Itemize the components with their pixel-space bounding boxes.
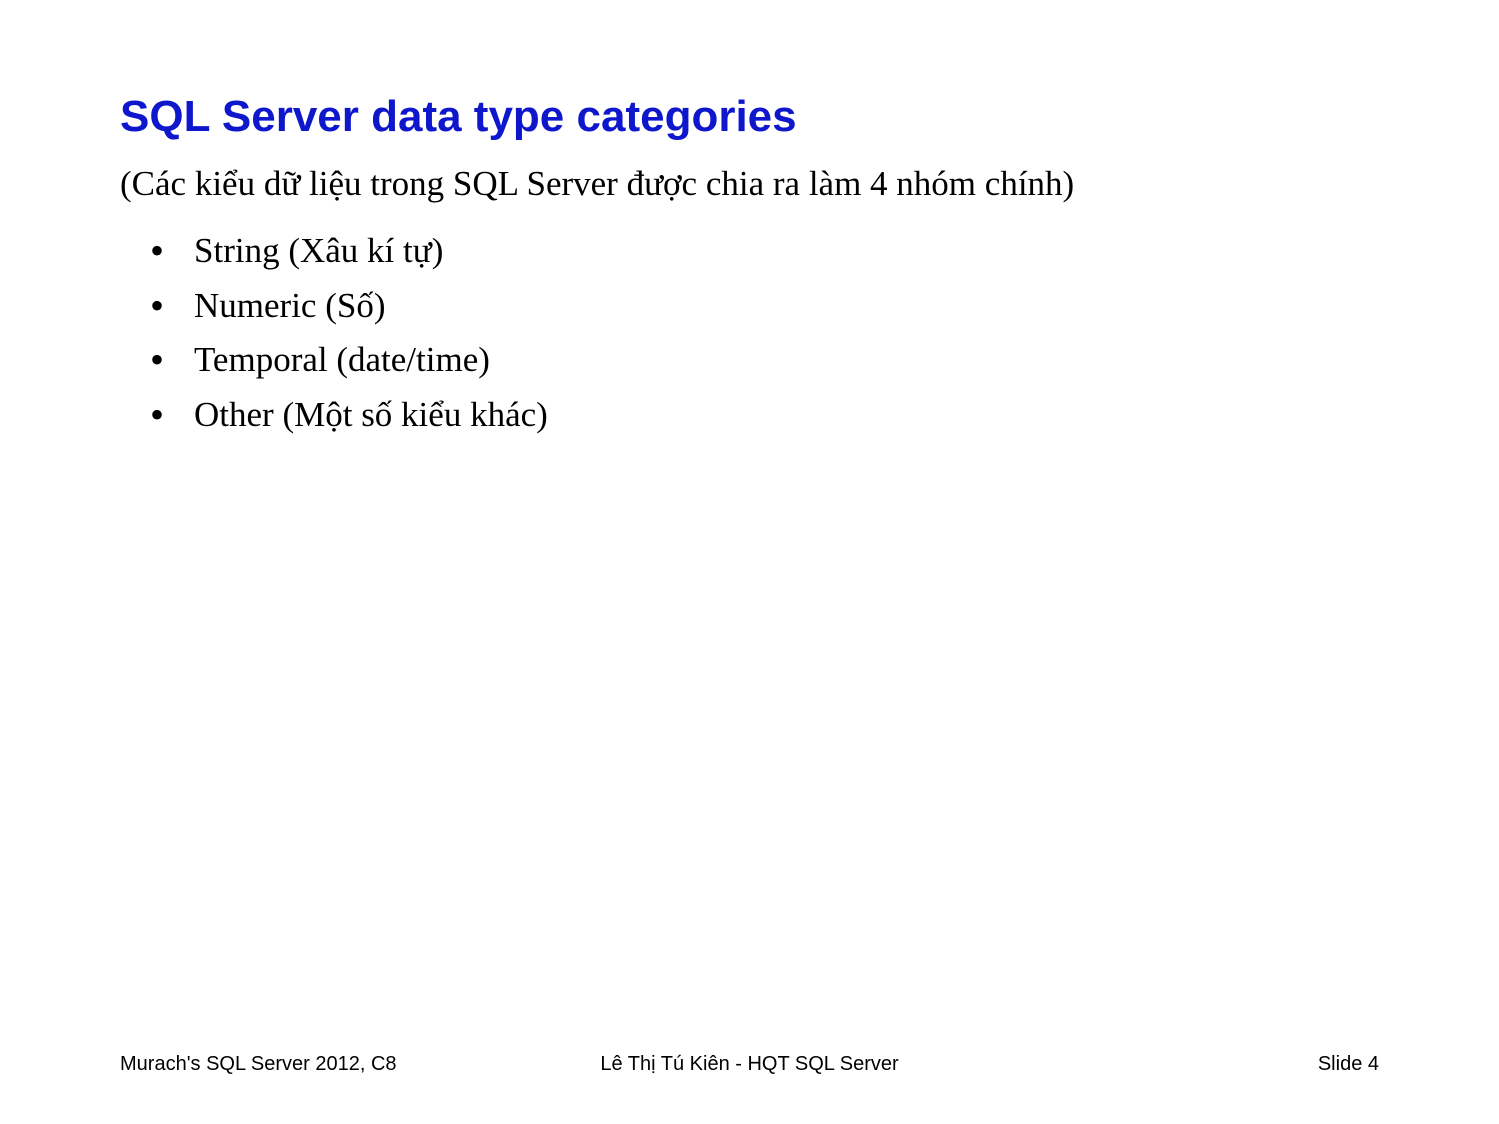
slide-subtitle: (Các kiểu dữ liệu trong SQL Server được … (120, 160, 1379, 207)
slide-footer: Murach's SQL Server 2012, C8 Lê Thị Tú K… (120, 1053, 1379, 1076)
list-item: Numeric (Số) (150, 280, 1379, 333)
list-item: Temporal (date/time) (150, 334, 1379, 387)
footer-center: Lê Thị Tú Kiên - HQT SQL Server (600, 1053, 898, 1076)
list-item: String (Xâu kí tự) (150, 225, 1379, 278)
footer-left: Murach's SQL Server 2012, C8 (120, 1053, 397, 1076)
slide-title: SQL Server data type categories (120, 92, 1379, 142)
list-item: Other (Một số kiểu khác) (150, 389, 1379, 442)
footer-right: Slide 4 (1318, 1053, 1379, 1076)
slide-content: SQL Server data type categories (Các kiể… (0, 0, 1499, 441)
bullet-list: String (Xâu kí tự) Numeric (Số) Temporal… (120, 225, 1379, 441)
